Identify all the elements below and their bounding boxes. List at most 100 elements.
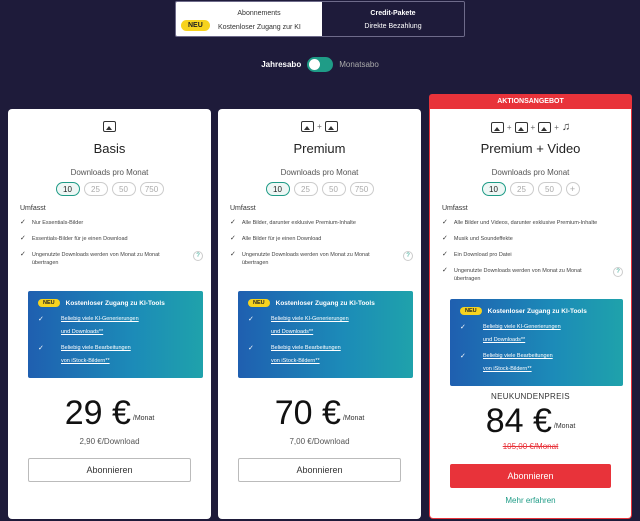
plus-sign: + [317,122,322,131]
feature-item: ✓ Musik und Soundeffekte [442,235,513,242]
help-icon[interactable]: ? [613,267,623,277]
includes-heading: Umfasst [442,205,468,212]
check-icon: ✓ [38,345,44,352]
check-icon: ✓ [20,235,26,242]
feature-list: ✓ Nur Essentials-Bilder ✓ Essentials-Bilde… [20,219,203,275]
subscribe-button[interactable]: Abonnieren [238,458,401,482]
crown-image-icon [324,121,338,132]
learn-more-link[interactable]: Mehr erfahren [430,496,631,505]
plan-type-switcher: Abonnements NEU Kostenloser Zugang zur K… [175,1,465,37]
subscribe-button[interactable]: Abonnieren [28,458,191,482]
subscribe-button[interactable]: Abonnieren [450,464,611,488]
quantity-option[interactable]: 50 [111,182,136,196]
quantity-options: 10 25 50 + [430,182,631,196]
check-icon: ✓ [230,235,236,242]
music-note-icon: ♫ [561,121,571,133]
includes-heading: Umfasst [230,205,256,212]
plus-sign: + [530,122,536,132]
price: 29 €/Monat [8,396,211,430]
crown-image-icon [514,121,528,133]
downloads-label: Downloads pro Monat [491,168,570,177]
ai-item: ✓ Beliebig viele KI-Generierungen und Down… [38,313,139,339]
new-badge: NEU [248,299,270,307]
billing-toggle: Jahresabo Monatsabo [0,57,640,72]
check-icon: ✓ [20,219,26,226]
new-badge: NEU [38,299,60,307]
help-icon[interactable]: ? [403,251,413,261]
quantity-option[interactable]: 50 [321,182,346,196]
feature-item: ✓ Ungenutzte Downloads werden von Monat z… [20,251,203,267]
ai-item: ✓ Beliebig viele Bearbeitungen von iStock-… [38,342,131,368]
quantity-option[interactable]: 750 [139,182,164,196]
plan-icons: + [218,121,421,132]
check-icon: ✓ [248,316,254,323]
price: 70 €/Monat [218,396,421,430]
quantity-options: 10 25 50 750 [8,182,211,196]
quantity-option[interactable]: 750 [349,182,374,196]
image-icon [301,121,315,132]
more-quantities-button[interactable]: + [565,182,580,196]
quantity-option[interactable]: 25 [293,182,318,196]
price-period: /Monat [342,415,365,422]
ai-box-title: Kostenloser Zugang zu KI-Tools [275,299,375,307]
yearly-label[interactable]: Jahresabo [261,60,301,69]
check-icon: ✓ [248,345,254,352]
ai-tools-box: NEU Kostenloser Zugang zu KI-Tools ✓ Belie… [28,291,203,378]
plan-name: Basis [93,141,126,156]
feature-list: ✓ Alle Bilder und Videos, darunter exklus… [442,219,623,291]
quantity-option[interactable]: 10 [481,182,506,196]
quantity-option[interactable]: 50 [537,182,562,196]
plan-icons [8,121,211,132]
ai-box-title: Kostenloser Zugang zu KI-Tools [487,307,587,315]
check-icon: ✓ [442,219,448,226]
tab-credit-title: Credit-Pakete [370,10,416,17]
old-price: 105,00 €/Monat [502,442,559,451]
downloads-label: Downloads pro Monat [280,168,359,177]
tab-abonnements-title: Abonnements [237,10,281,17]
help-icon[interactable]: ? [193,251,203,261]
plan-card-premium: + Premium Downloads pro Monat 10 25 50 7… [218,109,421,519]
plan-card-basis: Basis Downloads pro Monat 10 25 50 750 U… [8,109,211,519]
quantity-option[interactable]: 25 [509,182,534,196]
image-icon [103,121,116,132]
ai-item: ✓ Beliebig viele KI-Generierungen und Down… [460,321,561,347]
monthly-label[interactable]: Monatsabo [339,60,379,69]
check-icon: ✓ [442,235,448,242]
tab-abonnements[interactable]: Abonnements NEU Kostenloser Zugang zur K… [176,2,322,36]
plan-icons: + + + ♫ [430,121,631,133]
price-per-download: 2,90 €/Download [79,437,140,446]
image-icon [490,121,504,133]
feature-item: ✓ Nur Essentials-Bilder [20,219,84,226]
feature-item: ✓ Essentials-Bilder für je einen Download [20,235,128,242]
check-icon: ✓ [230,251,236,258]
check-icon: ✓ [460,324,466,331]
tab-abonnements-subtitle: Kostenloser Zugang zur KI [218,24,301,31]
plan-name: Premium + Video [480,141,581,156]
check-icon: ✓ [442,251,448,258]
feature-item: ✓ Ungenutzte Downloads werden von Monat z… [442,267,623,283]
promo-banner: AKTIONSANGEBOT [429,94,632,110]
check-icon: ✓ [230,219,236,226]
new-badge: NEU [181,20,210,31]
price-period: /Monat [553,423,576,430]
plus-sign: + [506,122,512,132]
quantity-option[interactable]: 10 [55,182,80,196]
price-amount: 70 € [274,394,341,432]
check-icon: ✓ [442,267,448,274]
price-per-download: 7,00 €/Download [289,437,350,446]
feature-item: ✓ Alle Bilder, darunter exklusive Premium… [230,219,356,226]
ai-item: ✓ Beliebig viele Bearbeitungen von iStock-… [248,342,341,368]
ai-item: ✓ Beliebig viele KI-Generierungen und Down… [248,313,349,339]
quantity-options: 10 25 50 750 [218,182,421,196]
quantity-option[interactable]: 10 [265,182,290,196]
ai-item: ✓ Beliebig viele Bearbeitungen von iStock-… [460,350,553,376]
tab-credit-pakete[interactable]: Credit-Pakete Direkte Bezahlung [322,2,464,36]
billing-switch[interactable] [307,57,334,72]
feature-item: ✓ Alle Bilder für je einen Download [230,235,322,242]
plan-card-premium-video: + + + ♫ Premium + Video Downloads pro Mo… [429,109,632,519]
feature-list: ✓ Alle Bilder, darunter exklusive Premium… [230,219,413,275]
tab-credit-subtitle: Direkte Bezahlung [364,23,422,30]
quantity-option[interactable]: 25 [83,182,108,196]
feature-item: ✓ Ein Download pro Datei [442,251,512,258]
ai-tools-box: NEU Kostenloser Zugang zu KI-Tools ✓ Belie… [450,299,623,386]
